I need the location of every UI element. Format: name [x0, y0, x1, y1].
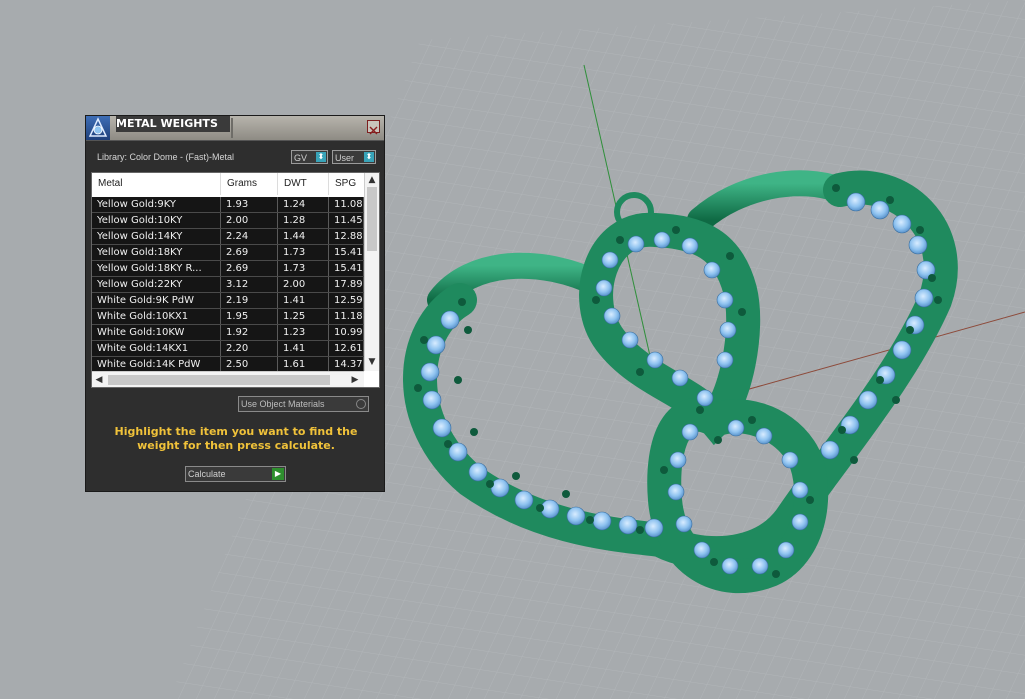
- radio-toggle-icon[interactable]: [356, 399, 366, 409]
- user-selector[interactable]: User ⬍: [332, 150, 376, 164]
- cell-spg: 11.45: [329, 213, 364, 228]
- cell-dwt: 1.73: [278, 261, 329, 276]
- col-header-grams[interactable]: Grams: [221, 173, 278, 195]
- cell-dwt: 1.41: [278, 293, 329, 308]
- use-object-materials-label: Use Object Materials: [241, 399, 325, 409]
- vertical-scrollbar[interactable]: ▲ ▼: [364, 173, 379, 371]
- cell-metal: Yellow Gold:10KY: [92, 213, 221, 228]
- scroll-right-icon[interactable]: ▶: [348, 373, 362, 387]
- cell-spg: 15.41: [329, 245, 364, 260]
- cell-spg: 15.41: [329, 261, 364, 276]
- cell-grams: 3.12: [221, 277, 278, 292]
- cell-metal: White Gold:10KX1: [92, 309, 221, 324]
- panel-title: METAL WEIGHTS: [116, 116, 230, 132]
- col-header-dwt[interactable]: DWT: [278, 173, 329, 195]
- cell-metal: White Gold:10KW: [92, 325, 221, 340]
- cell-spg: 12.59: [329, 293, 364, 308]
- titlebar-divider: [231, 118, 233, 138]
- cell-spg: 12.88: [329, 229, 364, 244]
- cell-grams: 2.20: [221, 341, 278, 356]
- cell-spg: 17.89: [329, 277, 364, 292]
- table-row[interactable]: White Gold:14KX1 2.20 1.41 12.61: [92, 341, 364, 357]
- cell-grams: 1.93: [221, 197, 278, 212]
- calculate-button-label: Calculate: [188, 469, 226, 479]
- cell-spg: 14.37: [329, 357, 364, 372]
- cell-metal: Yellow Gold:18KY R...: [92, 261, 221, 276]
- cell-dwt: 1.61: [278, 357, 329, 372]
- cell-grams: 2.69: [221, 261, 278, 276]
- table-row[interactable]: Yellow Gold:18KY 2.69 1.73 15.41: [92, 245, 364, 261]
- horizontal-scroll-thumb[interactable]: [108, 375, 330, 385]
- table-row[interactable]: White Gold:9K PdW 2.19 1.41 12.59: [92, 293, 364, 309]
- cell-dwt: 1.44: [278, 229, 329, 244]
- cell-dwt: 1.24: [278, 197, 329, 212]
- table-row[interactable]: Yellow Gold:9KY 1.93 1.24 11.08: [92, 197, 364, 213]
- metal-weights-panel: METAL WEIGHTS Library: Color Dome - (Fas…: [85, 115, 385, 492]
- cell-spg: 10.99: [329, 325, 364, 340]
- table-body: Yellow Gold:9KY 1.93 1.24 11.08 Yellow G…: [92, 197, 364, 373]
- use-object-materials-option[interactable]: Use Object Materials: [238, 396, 369, 412]
- spin-arrow-icon: ⬍: [316, 152, 326, 162]
- scroll-up-icon[interactable]: ▲: [365, 173, 379, 187]
- cell-grams: 1.92: [221, 325, 278, 340]
- cell-dwt: 1.23: [278, 325, 329, 340]
- scroll-left-icon[interactable]: ◀: [92, 373, 106, 387]
- close-icon: [369, 126, 378, 135]
- cell-dwt: 2.00: [278, 277, 329, 292]
- scroll-down-icon[interactable]: ▼: [365, 355, 379, 369]
- table-row[interactable]: White Gold:10KX1 1.95 1.25 11.18: [92, 309, 364, 325]
- cell-metal: White Gold:14K PdW: [92, 357, 221, 372]
- instruction-text: Highlight the item you want to find the …: [114, 425, 358, 452]
- cell-metal: Yellow Gold:14KY: [92, 229, 221, 244]
- cell-grams: 1.95: [221, 309, 278, 324]
- cell-metal: White Gold:9K PdW: [92, 293, 221, 308]
- cell-metal: White Gold:14KX1: [92, 341, 221, 356]
- cell-spg: 12.61: [329, 341, 364, 356]
- cell-grams: 2.69: [221, 245, 278, 260]
- table-row[interactable]: White Gold:10KW 1.92 1.23 10.99: [92, 325, 364, 341]
- cell-grams: 2.24: [221, 229, 278, 244]
- cell-dwt: 1.73: [278, 245, 329, 260]
- cell-grams: 2.19: [221, 293, 278, 308]
- metal-table[interactable]: Metal Grams DWT SPG Yellow Gold:9KY 1.93…: [91, 172, 380, 388]
- close-button[interactable]: [367, 120, 380, 135]
- cell-metal: Yellow Gold:18KY: [92, 245, 221, 260]
- cell-spg: 11.08: [329, 197, 364, 212]
- horizontal-scrollbar[interactable]: ◀ ▶: [92, 371, 364, 387]
- panel-titlebar[interactable]: METAL WEIGHTS: [86, 116, 384, 141]
- library-label: Library: Color Dome - (Fast)-Metal: [97, 152, 235, 162]
- cell-dwt: 1.28: [278, 213, 329, 228]
- play-arrow-icon: ▶: [272, 468, 284, 480]
- cell-dwt: 1.25: [278, 309, 329, 324]
- vertical-scroll-thumb[interactable]: [367, 187, 377, 251]
- table-row[interactable]: Yellow Gold:18KY R... 2.69 1.73 15.41: [92, 261, 364, 277]
- table-row[interactable]: Yellow Gold:22KY 3.12 2.00 17.89: [92, 277, 364, 293]
- table-row[interactable]: Yellow Gold:10KY 2.00 1.28 11.45: [92, 213, 364, 229]
- cell-dwt: 1.41: [278, 341, 329, 356]
- cell-grams: 2.00: [221, 213, 278, 228]
- cell-metal: Yellow Gold:9KY: [92, 197, 221, 212]
- user-selector-label: User: [335, 153, 355, 163]
- gv-selector[interactable]: GV ⬍: [291, 150, 328, 164]
- spin-arrow-icon: ⬍: [364, 152, 374, 162]
- cell-metal: Yellow Gold:22KY: [92, 277, 221, 292]
- gv-selector-label: GV: [294, 153, 308, 163]
- table-row[interactable]: Yellow Gold:14KY 2.24 1.44 12.88: [92, 229, 364, 245]
- calculate-button[interactable]: Calculate ▶: [185, 466, 286, 482]
- app-logo-icon: [86, 116, 110, 140]
- col-header-metal[interactable]: Metal: [92, 173, 221, 195]
- table-header: Metal Grams DWT SPG: [92, 173, 379, 195]
- cell-grams: 2.50: [221, 357, 278, 372]
- cell-spg: 11.18: [329, 309, 364, 324]
